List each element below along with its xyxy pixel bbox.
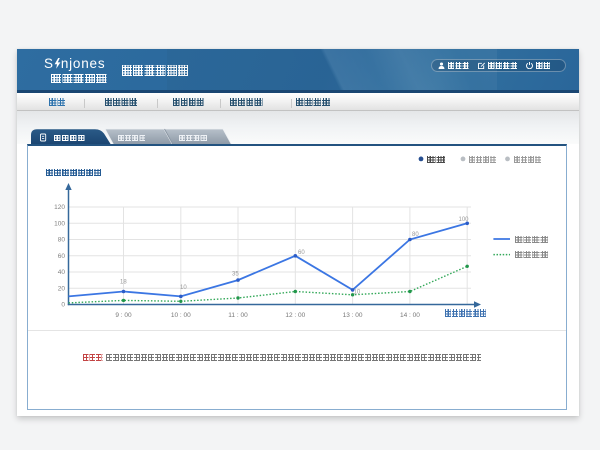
svg-text:60: 60 (298, 250, 305, 256)
svg-text:20: 20 (58, 285, 66, 292)
svg-text:120: 120 (54, 204, 65, 211)
svg-text:100: 100 (459, 217, 470, 223)
svg-text:14 : 00: 14 : 00 (400, 312, 420, 319)
svg-text:60: 60 (58, 253, 66, 260)
svg-text:0: 0 (61, 302, 65, 309)
svg-text:13 : 00: 13 : 00 (343, 312, 363, 319)
svg-text:9 : 00: 9 : 00 (115, 312, 132, 319)
svg-text:12 : 00: 12 : 00 (285, 312, 305, 319)
svg-text:35: 35 (232, 272, 239, 278)
svg-text:10 : 00: 10 : 00 (171, 312, 191, 319)
svg-text:80: 80 (412, 232, 419, 238)
svg-text:80: 80 (58, 237, 66, 244)
svg-text:10: 10 (354, 290, 361, 296)
svg-text:10: 10 (180, 285, 187, 291)
svg-text:40: 40 (58, 269, 66, 276)
svg-text:18: 18 (120, 280, 127, 286)
svg-text:11 : 00: 11 : 00 (228, 312, 248, 319)
svg-text:100: 100 (54, 220, 65, 227)
